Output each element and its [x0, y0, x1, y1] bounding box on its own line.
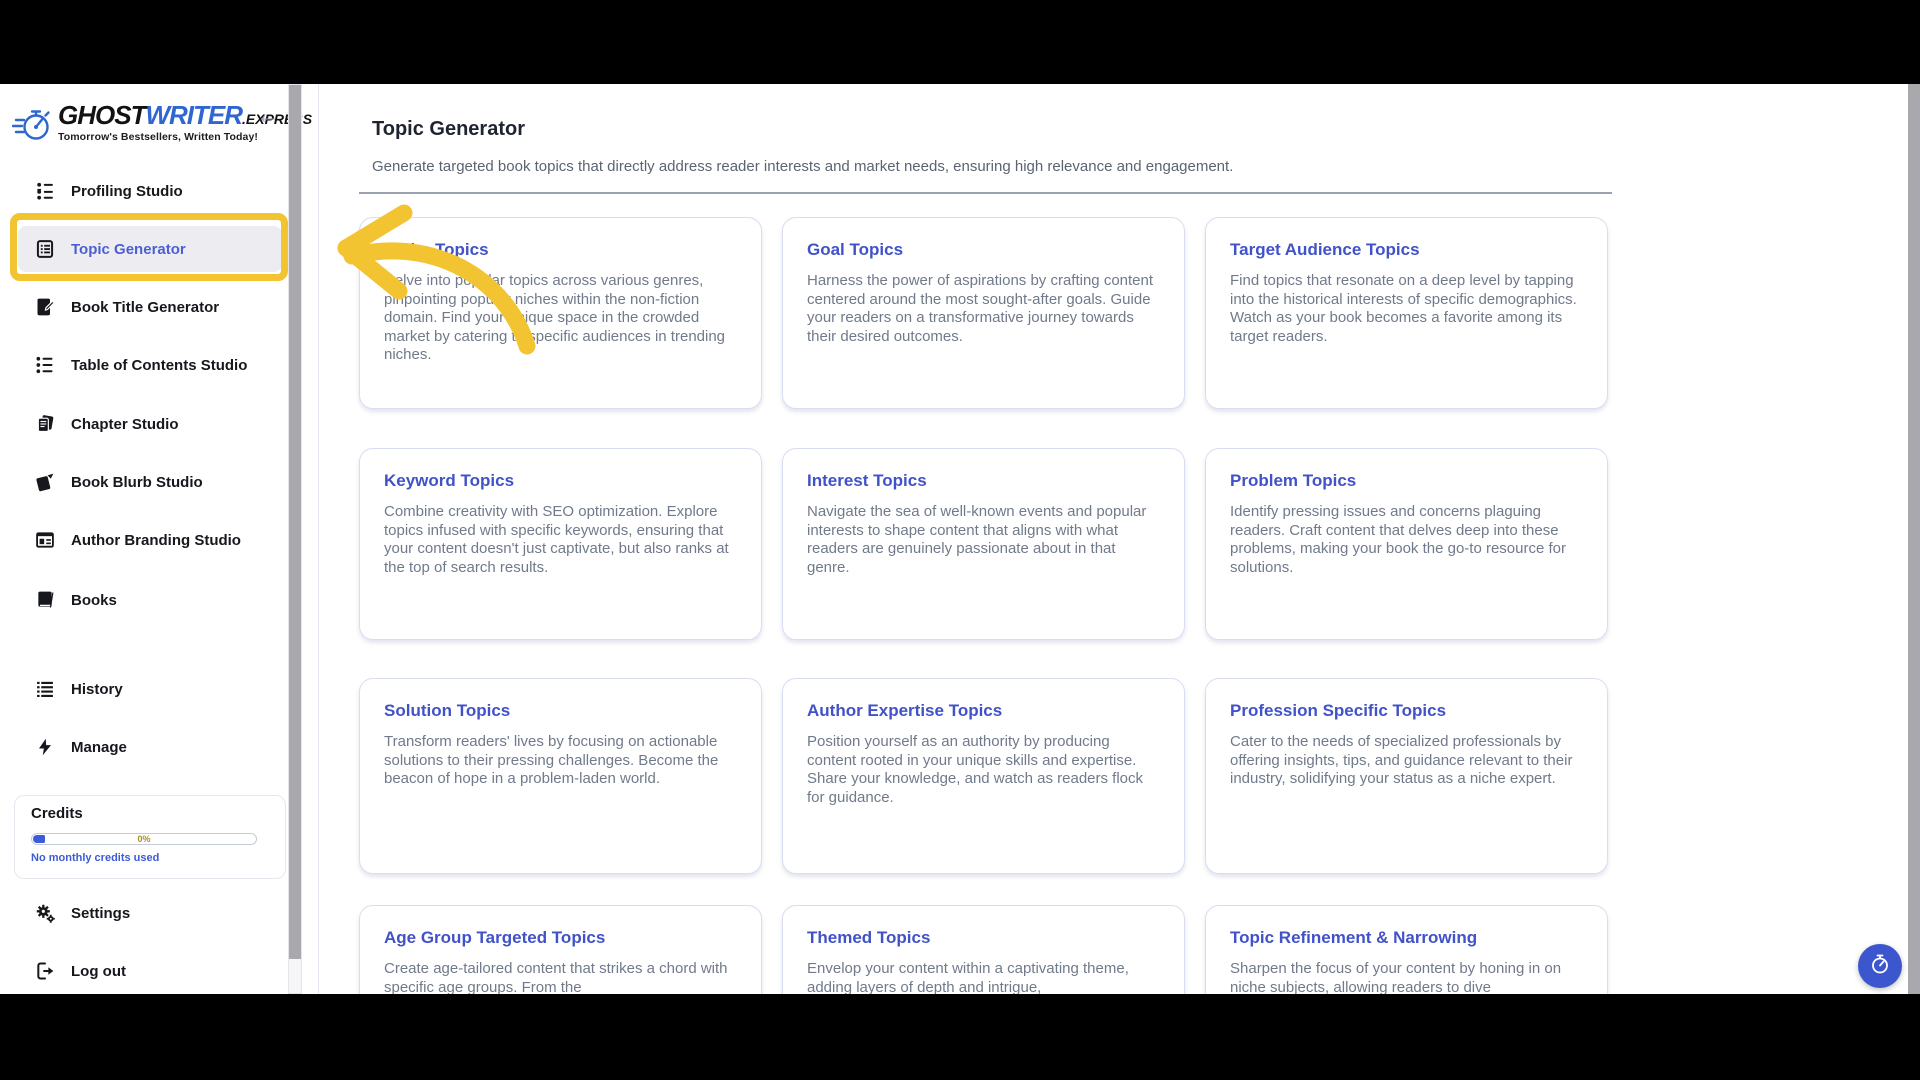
- sidebar-item-label: Chapter Studio: [71, 416, 179, 433]
- sidebar-item-manage[interactable]: Manage: [24, 725, 284, 769]
- floating-action-button[interactable]: [1858, 944, 1902, 988]
- card-title: Age Group Targeted Topics: [384, 928, 737, 948]
- list-bullets-icon: [34, 354, 56, 376]
- topic-card-target-audience-topics[interactable]: Target Audience Topics Find topics that r…: [1205, 217, 1608, 409]
- brand-tagline: Tomorrow's Bestsellers, Written Today!: [58, 132, 312, 143]
- card-title: Profession Specific Topics: [1230, 701, 1583, 721]
- page-subtitle: Generate targeted book topics that direc…: [372, 158, 1233, 175]
- header-divider: [359, 192, 1612, 194]
- logout-icon: [34, 960, 56, 982]
- card-description: Envelop your content within a captivatin…: [807, 960, 1160, 994]
- card-description: Identify pressing issues and concerns pl…: [1230, 503, 1583, 577]
- sidebar-item-label: Books: [71, 592, 117, 609]
- card-title: Author Expertise Topics: [807, 701, 1160, 721]
- topic-card-solution-topics[interactable]: Solution Topics Transform readers' lives …: [359, 678, 762, 874]
- book-marker-icon: [34, 471, 56, 493]
- sidebar-item-author-branding-studio[interactable]: Author Branding Studio: [24, 518, 284, 562]
- topic-card-themed-topics[interactable]: Themed Topics Envelop your content within…: [782, 905, 1185, 994]
- sidebar-item-settings[interactable]: Settings: [24, 891, 284, 935]
- credits-progress-bar: 0%: [31, 833, 257, 845]
- sidebar-scrollbar[interactable]: [288, 84, 302, 994]
- book-pencil-icon: [34, 296, 56, 318]
- pages-icon: [34, 413, 56, 435]
- app-window: GHOSTWRITER.EXPRESS Tomorrow's Bestselle…: [0, 84, 1920, 994]
- topic-card-keyword-topics[interactable]: Keyword Topics Combine creativity with SE…: [359, 448, 762, 640]
- sidebar-item-book-blurb-studio[interactable]: Book Blurb Studio: [24, 460, 284, 504]
- card-title: Problem Topics: [1230, 471, 1583, 491]
- card-title: Goal Topics: [807, 240, 1160, 260]
- card-title: Themed Topics: [807, 928, 1160, 948]
- card-description: Position yourself as an authority by pro…: [807, 733, 1160, 807]
- annotation-highlight-box: [10, 213, 288, 281]
- stopwatch-fab-icon: [1868, 952, 1892, 981]
- topic-card-profession-specific-topics[interactable]: Profession Specific Topics Cater to the n…: [1205, 678, 1608, 874]
- card-description: Sharpen the focus of your content by hon…: [1230, 960, 1583, 994]
- topic-card-interest-topics[interactable]: Interest Topics Navigate the sea of well-…: [782, 448, 1185, 640]
- stopwatch-logo-icon: [12, 102, 54, 151]
- page-scrollbar[interactable]: [1908, 84, 1920, 994]
- sidebar-item-label: Manage: [71, 739, 127, 756]
- sidebar-item-label: Book Title Generator: [71, 299, 219, 316]
- sidebar-item-label: History: [71, 681, 123, 698]
- sidebar-item-log-out[interactable]: Log out: [24, 949, 284, 993]
- profiling-people-icon: [34, 180, 56, 202]
- card-description: Create age-tailored content that strikes…: [384, 960, 737, 994]
- sidebar-item-label: Author Branding Studio: [71, 532, 241, 549]
- bolt-icon: [34, 736, 56, 758]
- sidebar-collapse-arrow-icon[interactable]: ←: [256, 104, 280, 128]
- topic-card-author-expertise-topics[interactable]: Author Expertise Topics Position yourself…: [782, 678, 1185, 874]
- gears-icon: [34, 902, 56, 924]
- topic-card-problem-topics[interactable]: Problem Topics Identify pressing issues a…: [1205, 448, 1608, 640]
- sidebar-item-chapter-studio[interactable]: Chapter Studio: [24, 402, 284, 446]
- credits-percent-label: 0%: [32, 834, 256, 844]
- card-description: Combine creativity with SEO optimization…: [384, 503, 737, 577]
- sidebar-item-label: Settings: [71, 905, 130, 922]
- topic-card-niche-topics[interactable]: Niche Topics Delve into popular topics ac…: [359, 217, 762, 409]
- card-title: Niche Topics: [384, 240, 737, 260]
- card-title: Interest Topics: [807, 471, 1160, 491]
- sidebar-scrollbar-thumb[interactable]: [289, 85, 301, 959]
- topic-card-topic-refinement-narrowing[interactable]: Topic Refinement & Narrowing Sharpen the …: [1205, 905, 1608, 994]
- sidebar-item-label: Profiling Studio: [71, 183, 183, 200]
- card-title: Target Audience Topics: [1230, 240, 1583, 260]
- page-title: Topic Generator: [372, 118, 525, 141]
- card-description: Transform readers' lives by focusing on …: [384, 733, 737, 789]
- sidebar-item-history[interactable]: History: [24, 667, 284, 711]
- card-title: Topic Refinement & Narrowing: [1230, 928, 1583, 948]
- screen: GHOSTWRITER.EXPRESS Tomorrow's Bestselle…: [0, 0, 1920, 1080]
- card-description: Navigate the sea of well-known events an…: [807, 503, 1160, 577]
- card-title: Keyword Topics: [384, 471, 737, 491]
- topic-card-goal-topics[interactable]: Goal Topics Harness the power of aspirati…: [782, 217, 1185, 409]
- sidebar-item-profiling-studio[interactable]: Profiling Studio: [24, 169, 284, 213]
- topic-card-age-group-targeted-topics[interactable]: Age Group Targeted Topics Create age-tail…: [359, 905, 762, 994]
- list-icon: [34, 678, 56, 700]
- sidebar-item-label: Table of Contents Studio: [71, 357, 247, 374]
- sidebar-item-book-title-generator[interactable]: Book Title Generator: [24, 285, 284, 329]
- card-description: Delve into popular topics across various…: [384, 272, 737, 365]
- credits-note-link[interactable]: No monthly credits used: [31, 852, 159, 864]
- sidebar-item-table-of-contents-studio[interactable]: Table of Contents Studio: [24, 343, 284, 387]
- card-description: Cater to the needs of specialized profes…: [1230, 733, 1583, 789]
- sidebar: GHOSTWRITER.EXPRESS Tomorrow's Bestselle…: [0, 84, 319, 994]
- sidebar-item-label: Log out: [71, 963, 126, 980]
- book-icon: [34, 589, 56, 611]
- sidebar-item-label: Book Blurb Studio: [71, 474, 203, 491]
- card-description: Harness the power of aspirations by craf…: [807, 272, 1160, 346]
- card-description: Find topics that resonate on a deep leve…: [1230, 272, 1583, 346]
- id-card-icon: [34, 529, 56, 551]
- credits-title: Credits: [31, 805, 83, 822]
- sidebar-item-books[interactable]: Books: [24, 578, 284, 622]
- card-title: Solution Topics: [384, 701, 737, 721]
- credits-panel: Credits 0% No monthly credits used: [14, 795, 286, 879]
